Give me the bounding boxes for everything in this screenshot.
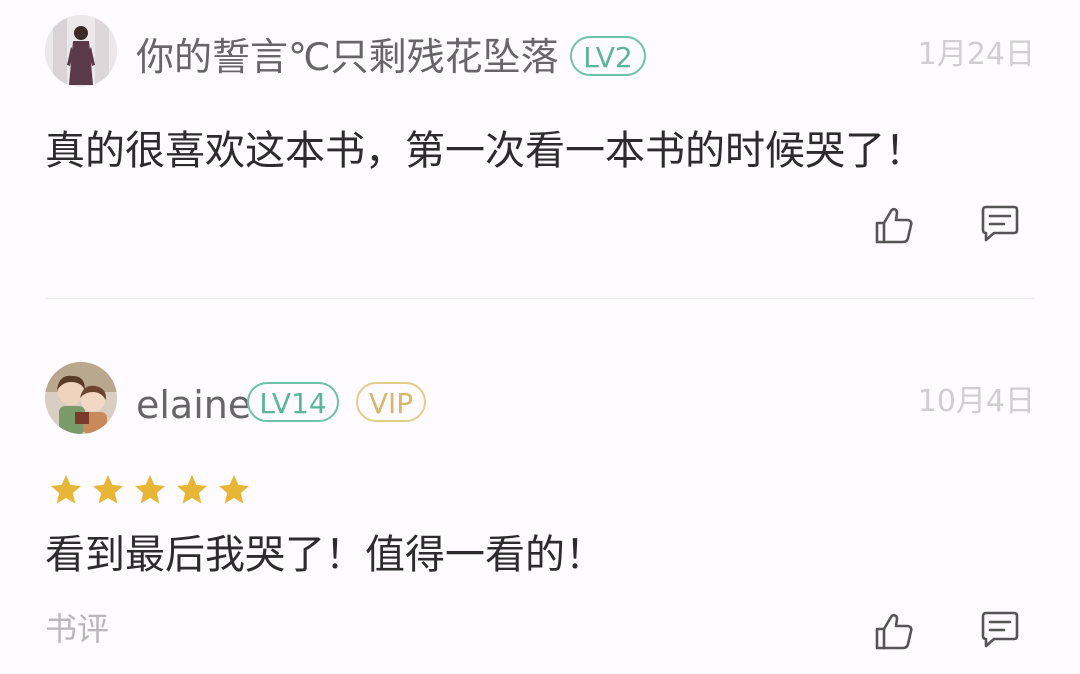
comment-icon: [981, 611, 1019, 648]
thumbs-up-icon: [875, 613, 913, 650]
star-rating: [48, 472, 252, 508]
like-button[interactable]: [872, 610, 916, 654]
avatar-photo-icon: [45, 362, 117, 434]
avatar-photo-icon: [45, 15, 117, 87]
username[interactable]: elaine: [136, 386, 251, 424]
star-icon: [51, 475, 81, 504]
level-badge: LV2: [570, 36, 646, 76]
star-icon: [219, 475, 249, 504]
comment-text: 真的很喜欢这本书，第一次看一本书的时候哭了！: [45, 128, 925, 174]
thumbs-up-icon: [875, 207, 913, 244]
comment-date: 10月4日: [917, 384, 1035, 419]
star-icon: [93, 475, 123, 504]
like-button[interactable]: [872, 204, 916, 248]
comment-text: 看到最后我哭了！值得一看的！: [45, 532, 605, 578]
comment-date: 1月24日: [917, 37, 1035, 72]
reply-button[interactable]: [978, 202, 1022, 246]
comment-tag: 书评: [45, 610, 110, 648]
star-icon: [135, 475, 165, 504]
star-icon: [177, 475, 207, 504]
divider: [45, 298, 1035, 299]
vip-badge: VIP: [356, 382, 426, 422]
comment-icon: [981, 205, 1019, 242]
user-avatar[interactable]: [45, 15, 117, 87]
user-avatar[interactable]: [45, 362, 117, 434]
username[interactable]: 你的誓言℃只剩残花坠落: [136, 38, 559, 76]
reply-button[interactable]: [978, 608, 1022, 652]
level-badge: LV14: [247, 382, 339, 422]
